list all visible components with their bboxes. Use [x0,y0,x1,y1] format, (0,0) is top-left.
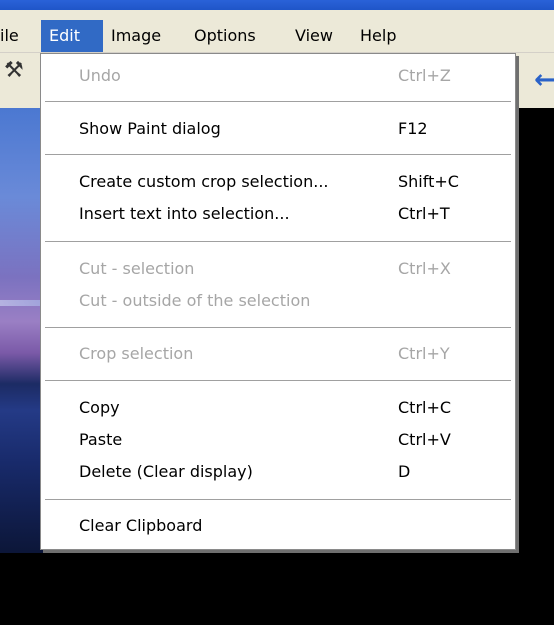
menu-item-delete[interactable]: Delete (Clear display) D [41,456,515,488]
menu-separator [45,327,511,328]
paint-icon[interactable]: ⚒ [4,59,24,83]
menu-separator [45,101,511,102]
menu-image[interactable]: Image [103,20,169,52]
menu-view[interactable]: View [287,20,341,52]
menu-item-label: Clear Clipboard [79,516,203,535]
window-title-bar [0,0,554,10]
menu-item-shortcut: Ctrl+Y [398,344,450,363]
menu-item-cut-outside[interactable]: Cut - outside of the selection [41,285,515,317]
menu-item-shortcut: Ctrl+V [398,430,451,449]
menu-separator [45,380,511,381]
menu-item-label: Undo [79,66,121,85]
menu-item-label: Copy [79,398,120,417]
menu-item-insert-text[interactable]: Insert text into selection... Ctrl+T [41,198,515,230]
menu-item-crop-selection[interactable]: Crop selection Ctrl+Y [41,338,515,370]
menu-item-shortcut: Ctrl+X [398,259,451,278]
menu-item-shortcut: D [398,462,411,481]
menu-item-shortcut: Ctrl+T [398,204,450,223]
menu-help[interactable]: Help [352,20,404,52]
menu-item-clear-clipboard[interactable]: Clear Clipboard [41,510,515,542]
menu-item-cut-selection[interactable]: Cut - selection Ctrl+X [41,253,515,285]
edit-menu-dropdown: Undo Ctrl+Z Show Paint dialog F12 Create… [40,53,516,550]
menu-item-label: Paste [79,430,123,449]
menu-item-label: Cut - outside of the selection [79,291,311,310]
menu-item-label: Insert text into selection... [79,204,290,223]
menu-item-create-crop-selection[interactable]: Create custom crop selection... Shift+C [41,166,515,198]
menu-separator [45,241,511,242]
menu-item-label: Delete (Clear display) [79,462,253,481]
menu-item-paste[interactable]: Paste Ctrl+V [41,424,515,456]
menu-item-copy[interactable]: Copy Ctrl+C [41,392,515,424]
menu-edit[interactable]: Edit [41,20,103,52]
menu-separator [45,499,511,500]
menu-options[interactable]: Options [186,20,264,52]
back-arrow-icon[interactable]: ← [534,67,554,93]
menu-file[interactable]: ile [0,20,27,52]
menu-item-label: Create custom crop selection... [79,172,329,191]
menu-separator [45,154,511,155]
menu-item-show-paint-dialog[interactable]: Show Paint dialog F12 [41,113,515,145]
menu-item-shortcut: F12 [398,119,428,138]
menu-item-label: Cut - selection [79,259,195,278]
menu-item-undo[interactable]: Undo Ctrl+Z [41,60,515,92]
menu-item-label: Show Paint dialog [79,119,221,138]
menu-item-shortcut: Ctrl+C [398,398,452,417]
menu-item-shortcut: Shift+C [398,172,459,191]
menu-item-label: Crop selection [79,344,194,363]
menu-item-shortcut: Ctrl+Z [398,66,451,85]
menu-bar: ile Edit Image Options View Help [0,10,554,53]
